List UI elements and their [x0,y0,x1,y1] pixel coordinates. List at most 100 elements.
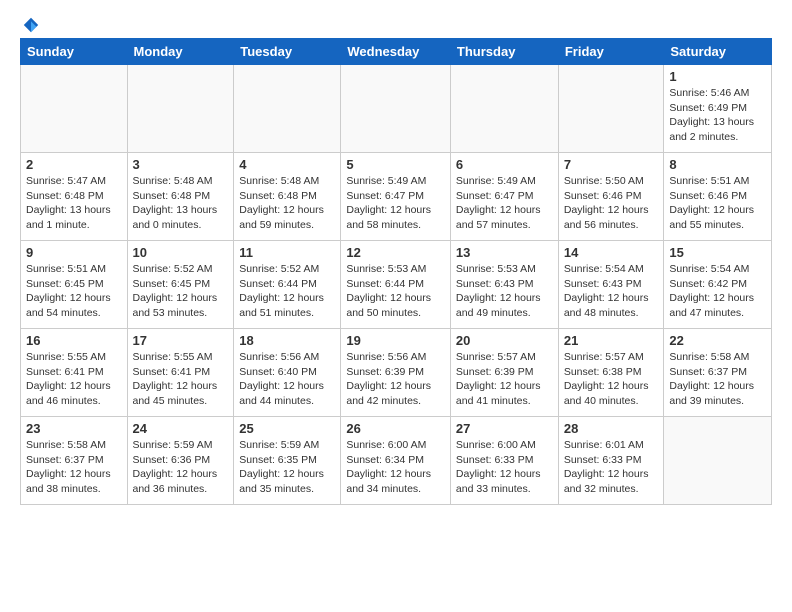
header [20,16,772,28]
day-detail: Sunrise: 5:47 AM Sunset: 6:48 PM Dayligh… [26,174,122,233]
calendar-cell [127,65,234,153]
day-detail: Sunrise: 5:54 AM Sunset: 6:43 PM Dayligh… [564,262,659,321]
calendar-cell: 12 Sunrise: 5:53 AM Sunset: 6:44 PM Dayli… [341,241,451,329]
weekday-header-sunday: Sunday [21,39,128,65]
day-detail: Sunrise: 6:00 AM Sunset: 6:34 PM Dayligh… [346,438,445,497]
day-number: 28 [564,421,659,436]
calendar-cell: 14 Sunrise: 5:54 AM Sunset: 6:43 PM Dayli… [558,241,664,329]
day-number: 26 [346,421,445,436]
calendar-cell [558,65,664,153]
logo-icon [22,16,40,34]
calendar-cell: 11Sunrise: 5:52 AM Sunset: 6:44 PM Dayli… [234,241,341,329]
day-detail: Sunrise: 5:57 AM Sunset: 6:39 PM Dayligh… [456,350,553,409]
calendar-cell: 1 Sunrise: 5:46 AM Sunset: 6:49 PM Daylig… [664,65,772,153]
calendar-cell: 17 Sunrise: 5:55 AM Sunset: 6:41 PM Dayli… [127,329,234,417]
calendar-cell: 15 Sunrise: 5:54 AM Sunset: 6:42 PM Dayli… [664,241,772,329]
week-row-1: 2 Sunrise: 5:47 AM Sunset: 6:48 PM Daylig… [21,153,772,241]
day-detail: Sunrise: 5:46 AM Sunset: 6:49 PM Dayligh… [669,86,766,145]
logo [20,16,40,28]
day-detail: Sunrise: 5:57 AM Sunset: 6:38 PM Dayligh… [564,350,659,409]
weekday-header-tuesday: Tuesday [234,39,341,65]
day-detail: Sunrise: 5:55 AM Sunset: 6:41 PM Dayligh… [26,350,122,409]
day-detail: Sunrise: 5:58 AM Sunset: 6:37 PM Dayligh… [26,438,122,497]
calendar-cell: 2 Sunrise: 5:47 AM Sunset: 6:48 PM Daylig… [21,153,128,241]
calendar-cell: 21 Sunrise: 5:57 AM Sunset: 6:38 PM Dayli… [558,329,664,417]
day-detail: Sunrise: 5:53 AM Sunset: 6:44 PM Dayligh… [346,262,445,321]
day-detail: Sunrise: 5:48 AM Sunset: 6:48 PM Dayligh… [133,174,229,233]
calendar-cell: 26 Sunrise: 6:00 AM Sunset: 6:34 PM Dayli… [341,417,451,505]
weekday-header-thursday: Thursday [450,39,558,65]
day-number: 19 [346,333,445,348]
page: SundayMondayTuesdayWednesdayThursdayFrid… [0,0,792,515]
week-row-2: 9 Sunrise: 5:51 AM Sunset: 6:45 PM Daylig… [21,241,772,329]
day-detail: Sunrise: 5:56 AM Sunset: 6:39 PM Dayligh… [346,350,445,409]
day-number: 7 [564,157,659,172]
calendar-cell [341,65,451,153]
calendar-cell: 18 Sunrise: 5:56 AM Sunset: 6:40 PM Dayli… [234,329,341,417]
day-detail: Sunrise: 5:51 AM Sunset: 6:45 PM Dayligh… [26,262,122,321]
calendar-cell: 9 Sunrise: 5:51 AM Sunset: 6:45 PM Daylig… [21,241,128,329]
day-detail: Sunrise: 5:56 AM Sunset: 6:40 PM Dayligh… [239,350,335,409]
day-detail: Sunrise: 6:00 AM Sunset: 6:33 PM Dayligh… [456,438,553,497]
week-row-3: 16 Sunrise: 5:55 AM Sunset: 6:41 PM Dayli… [21,329,772,417]
calendar-cell: 6 Sunrise: 5:49 AM Sunset: 6:47 PM Daylig… [450,153,558,241]
day-detail: Sunrise: 6:01 AM Sunset: 6:33 PM Dayligh… [564,438,659,497]
day-number: 17 [133,333,229,348]
day-number: 12 [346,245,445,260]
day-detail: Sunrise: 5:59 AM Sunset: 6:36 PM Dayligh… [133,438,229,497]
day-number: 10 [133,245,229,260]
day-detail: Sunrise: 5:53 AM Sunset: 6:43 PM Dayligh… [456,262,553,321]
day-number: 20 [456,333,553,348]
day-detail: Sunrise: 5:58 AM Sunset: 6:37 PM Dayligh… [669,350,766,409]
calendar-cell: 22 Sunrise: 5:58 AM Sunset: 6:37 PM Dayli… [664,329,772,417]
weekday-header-wednesday: Wednesday [341,39,451,65]
weekday-header-friday: Friday [558,39,664,65]
calendar-cell: 19 Sunrise: 5:56 AM Sunset: 6:39 PM Dayli… [341,329,451,417]
day-number: 6 [456,157,553,172]
day-number: 4 [239,157,335,172]
day-number: 16 [26,333,122,348]
calendar-cell: 27 Sunrise: 6:00 AM Sunset: 6:33 PM Dayli… [450,417,558,505]
week-row-4: 23 Sunrise: 5:58 AM Sunset: 6:37 PM Dayli… [21,417,772,505]
day-number: 2 [26,157,122,172]
calendar-cell: 7 Sunrise: 5:50 AM Sunset: 6:46 PM Daylig… [558,153,664,241]
day-detail: Sunrise: 5:54 AM Sunset: 6:42 PM Dayligh… [669,262,766,321]
day-number: 15 [669,245,766,260]
calendar-cell [664,417,772,505]
calendar-cell: 3 Sunrise: 5:48 AM Sunset: 6:48 PM Daylig… [127,153,234,241]
day-detail: Sunrise: 5:59 AM Sunset: 6:35 PM Dayligh… [239,438,335,497]
calendar-cell: 23 Sunrise: 5:58 AM Sunset: 6:37 PM Dayli… [21,417,128,505]
day-number: 23 [26,421,122,436]
calendar-cell: 24 Sunrise: 5:59 AM Sunset: 6:36 PM Dayli… [127,417,234,505]
day-detail: Sunrise: 5:49 AM Sunset: 6:47 PM Dayligh… [456,174,553,233]
day-number: 21 [564,333,659,348]
day-number: 24 [133,421,229,436]
day-detail: Sunrise: 5:55 AM Sunset: 6:41 PM Dayligh… [133,350,229,409]
calendar-cell: 10 Sunrise: 5:52 AM Sunset: 6:45 PM Dayli… [127,241,234,329]
day-number: 3 [133,157,229,172]
weekday-header-saturday: Saturday [664,39,772,65]
day-number: 5 [346,157,445,172]
day-number: 9 [26,245,122,260]
calendar-cell: 16 Sunrise: 5:55 AM Sunset: 6:41 PM Dayli… [21,329,128,417]
calendar-cell: 13Sunrise: 5:53 AM Sunset: 6:43 PM Dayli… [450,241,558,329]
day-number: 8 [669,157,766,172]
day-detail: Sunrise: 5:52 AM Sunset: 6:44 PM Dayligh… [239,262,335,321]
day-number: 14 [564,245,659,260]
calendar-table: SundayMondayTuesdayWednesdayThursdayFrid… [20,38,772,505]
calendar-cell [21,65,128,153]
day-number: 18 [239,333,335,348]
calendar-cell: 28 Sunrise: 6:01 AM Sunset: 6:33 PM Dayli… [558,417,664,505]
day-detail: Sunrise: 5:48 AM Sunset: 6:48 PM Dayligh… [239,174,335,233]
day-number: 27 [456,421,553,436]
day-number: 22 [669,333,766,348]
day-detail: Sunrise: 5:49 AM Sunset: 6:47 PM Dayligh… [346,174,445,233]
day-number: 25 [239,421,335,436]
calendar-cell: 4 Sunrise: 5:48 AM Sunset: 6:48 PM Daylig… [234,153,341,241]
calendar-cell [234,65,341,153]
day-number: 1 [669,69,766,84]
day-detail: Sunrise: 5:52 AM Sunset: 6:45 PM Dayligh… [133,262,229,321]
calendar-header-row: SundayMondayTuesdayWednesdayThursdayFrid… [21,39,772,65]
calendar-cell: 20 Sunrise: 5:57 AM Sunset: 6:39 PM Dayli… [450,329,558,417]
day-detail: Sunrise: 5:50 AM Sunset: 6:46 PM Dayligh… [564,174,659,233]
